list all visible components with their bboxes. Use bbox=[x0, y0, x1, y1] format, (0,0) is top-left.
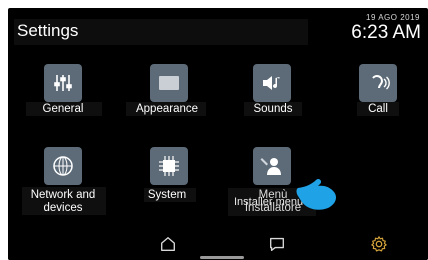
settings-screen: Settings 19 AGO 2019 6:23 AM General App… bbox=[8, 8, 428, 260]
settings-button[interactable] bbox=[365, 230, 393, 258]
bottom-navbar bbox=[8, 228, 428, 260]
messages-button[interactable] bbox=[263, 230, 291, 258]
page-title: Settings bbox=[17, 21, 79, 40]
call-ear-icon bbox=[359, 64, 397, 102]
general-label: General bbox=[42, 103, 84, 115]
date-label: 19 AGO 2019 bbox=[366, 13, 420, 22]
home-icon bbox=[161, 237, 175, 251]
appearance-label: Appearance bbox=[135, 103, 199, 115]
display-icon bbox=[150, 64, 188, 102]
sounds-label: Sounds bbox=[253, 103, 293, 115]
network-label: Network and devices bbox=[13, 189, 113, 215]
installer-overlay-text: Installer menu bbox=[234, 196, 304, 208]
call-label: Call bbox=[368, 103, 388, 115]
system-label: System bbox=[147, 189, 187, 201]
tap-pointer-icon bbox=[296, 178, 336, 210]
network-globe-icon bbox=[44, 147, 82, 185]
chat-icon bbox=[270, 237, 284, 251]
home-indicator[interactable] bbox=[200, 256, 244, 259]
gear-icon bbox=[371, 236, 387, 252]
chip-icon bbox=[150, 147, 188, 185]
home-button[interactable] bbox=[154, 230, 182, 258]
sound-music-icon bbox=[253, 64, 291, 102]
time-label: 6:23 AM bbox=[351, 22, 421, 43]
sliders-icon bbox=[44, 64, 82, 102]
network-label-line2: devices bbox=[43, 202, 83, 214]
installer-wrench-icon bbox=[253, 147, 291, 185]
network-label-line1: Network and bbox=[30, 189, 96, 201]
